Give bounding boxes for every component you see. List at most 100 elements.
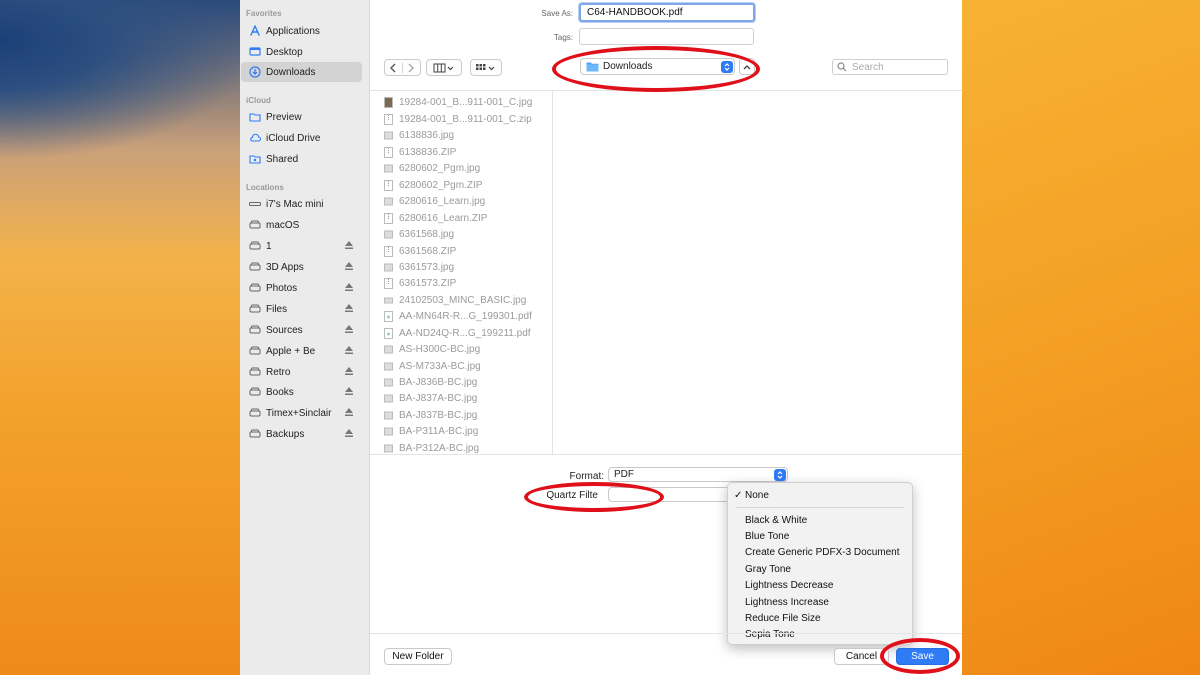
desktop-wallpaper-right xyxy=(962,0,1200,675)
file-row[interactable]: 19284-001_B...911-001_C.jpg xyxy=(384,94,532,110)
zip-file-icon xyxy=(384,113,393,125)
file-row[interactable]: BA-J836B-BC.jpg xyxy=(384,374,477,390)
sidebar-item-photos[interactable]: Photos xyxy=(241,278,362,298)
sidebar-item-icloud-drive[interactable]: iCloud Drive xyxy=(241,128,362,148)
sidebar-item-3d-apps[interactable]: 3D Apps xyxy=(241,257,362,277)
sidebar-item-macos[interactable]: macOS xyxy=(241,215,362,235)
forward-icon[interactable] xyxy=(403,63,420,73)
tags-field[interactable] xyxy=(579,28,754,45)
back-icon[interactable] xyxy=(385,62,403,73)
group-by-button[interactable] xyxy=(470,59,502,76)
menu-item-lightness-decrease[interactable]: Lightness Decrease xyxy=(745,580,833,591)
sidebar-item-label: iCloud Drive xyxy=(266,132,321,144)
format-popup[interactable]: PDF xyxy=(608,467,788,482)
sidebar-item-label: Files xyxy=(266,303,288,315)
sidebar-item-timex-sinclair[interactable]: Timex+Sinclair xyxy=(241,403,362,423)
menu-item-gray-tone[interactable]: Gray Tone xyxy=(745,564,791,575)
eject-icon[interactable] xyxy=(344,407,354,417)
file-row[interactable]: AA-ND24Q-R...G_199211.pdf xyxy=(384,325,531,341)
save-as-label: Save As: xyxy=(541,9,573,18)
zip-file-icon xyxy=(384,212,393,224)
sidebar-item-applications[interactable]: Applications xyxy=(241,21,362,41)
file-row[interactable]: 6138836.ZIP xyxy=(384,144,456,160)
eject-icon[interactable] xyxy=(344,240,354,250)
file-name: 6361568.jpg xyxy=(399,228,455,240)
downloads-icon xyxy=(249,66,261,78)
sidebar-item-retro[interactable]: Retro xyxy=(241,362,362,382)
file-row[interactable]: 24102503_MINC_BASIC.jpg xyxy=(384,292,526,308)
file-row[interactable]: 6280602_Pgm.jpg xyxy=(384,160,480,176)
sidebar-item-apple-be[interactable]: Apple + Be xyxy=(241,341,362,361)
eject-icon[interactable] xyxy=(344,261,354,271)
search-field[interactable]: Search xyxy=(832,59,948,75)
file-column[interactable]: 19284-001_B...911-001_C.jpg 19284-001_B.… xyxy=(370,90,553,454)
file-name: 6361568.ZIP xyxy=(399,245,457,257)
file-name: 6361573.jpg xyxy=(399,261,455,273)
eject-icon[interactable] xyxy=(344,324,354,334)
sidebar-item-shared[interactable]: Shared xyxy=(241,149,362,169)
file-row[interactable]: AA-MN64R-R...G_199301.pdf xyxy=(384,308,532,324)
save-as-field[interactable]: C64-HANDBOOK.pdf xyxy=(579,3,755,22)
folder-icon xyxy=(586,62,599,72)
view-columns-button[interactable] xyxy=(426,59,462,76)
eject-icon[interactable] xyxy=(344,366,354,376)
sidebar-item-volume-1[interactable]: 1 xyxy=(241,236,362,256)
file-row[interactable]: BA-J837B-BC.jpg xyxy=(384,407,477,423)
file-row[interactable]: 6361573.jpg xyxy=(384,259,454,275)
file-row[interactable]: 6280616_Learn.jpg xyxy=(384,193,485,209)
file-row[interactable]: AS-H300C-BC.jpg xyxy=(384,341,480,357)
menu-item-lightness-increase[interactable]: Lightness Increase xyxy=(745,597,829,608)
file-row[interactable]: 6361568.jpg xyxy=(384,226,454,242)
file-row[interactable]: 6280616_Learn.ZIP xyxy=(384,210,487,226)
menu-item-reduce-file-size[interactable]: Reduce File Size xyxy=(745,613,821,624)
eject-icon[interactable] xyxy=(344,428,354,438)
file-row[interactable]: BA-J837A-BC.jpg xyxy=(384,390,477,406)
eject-icon[interactable] xyxy=(344,345,354,355)
zip-file-icon xyxy=(384,245,393,257)
file-name: 24102503_MINC_BASIC.jpg xyxy=(399,294,527,306)
file-name: 19284-001_B...911-001_C.jpg xyxy=(399,96,533,108)
menu-item-sepia-tone[interactable]: Sepia Tone xyxy=(745,629,795,640)
menu-item-pdfx3[interactable]: Create Generic PDFX-3 Document xyxy=(745,547,900,558)
file-row[interactable]: BA-P312A-BC.jpg xyxy=(384,440,479,454)
sidebar-item-desktop[interactable]: Desktop xyxy=(241,42,362,62)
save-button[interactable]: Save xyxy=(896,648,949,665)
sidebar-item-books[interactable]: Books xyxy=(241,382,362,402)
file-name: 6280602_Pgm.jpg xyxy=(399,162,481,174)
image-file-icon xyxy=(384,197,393,205)
eject-icon[interactable] xyxy=(344,386,354,396)
drive-icon xyxy=(249,240,261,252)
sidebar-item-backups[interactable]: Backups xyxy=(241,424,362,444)
menu-item-black-white[interactable]: Black & White xyxy=(745,515,807,526)
sidebar-item-files[interactable]: Files xyxy=(241,299,362,319)
sidebar-item-mac-mini[interactable]: i7's Mac mini xyxy=(241,194,362,214)
file-row[interactable]: 6280602_Pgm.ZIP xyxy=(384,177,482,193)
cancel-button[interactable]: Cancel xyxy=(834,648,889,665)
pdf-file-icon xyxy=(384,310,393,322)
location-popup[interactable]: Downloads xyxy=(580,58,735,75)
eject-icon[interactable] xyxy=(344,303,354,313)
file-row[interactable]: 6361568.ZIP xyxy=(384,243,456,259)
menu-item-none[interactable]: None xyxy=(745,490,769,501)
eject-icon[interactable] xyxy=(344,282,354,292)
drive-icon xyxy=(249,282,261,294)
sidebar-item-label: 3D Apps xyxy=(266,261,304,273)
tags-label: Tags: xyxy=(553,33,573,42)
sidebar-item-preview[interactable]: Preview xyxy=(241,107,362,127)
file-row[interactable]: BA-P311A-BC.jpg xyxy=(384,423,478,439)
sidebar-item-sources[interactable]: Sources xyxy=(241,320,362,340)
file-row[interactable]: 6138836.jpg xyxy=(384,127,454,143)
drive-icon xyxy=(249,366,261,378)
file-name: 19284-001_B...911-001_C.zip xyxy=(399,113,532,125)
menu-item-blue-tone[interactable]: Blue Tone xyxy=(745,531,789,542)
cloud-icon xyxy=(249,132,261,144)
file-row[interactable]: 6361573.ZIP xyxy=(384,275,456,291)
menu-separator xyxy=(736,507,904,508)
sidebar-item-downloads[interactable]: Downloads xyxy=(241,62,362,82)
new-folder-button[interactable]: New Folder xyxy=(384,648,452,665)
collapse-button[interactable] xyxy=(739,58,755,75)
file-row[interactable]: 19284-001_B...911-001_C.zip xyxy=(384,111,532,127)
file-row[interactable]: AS-M733A-BC.jpg xyxy=(384,358,481,374)
image-file-icon xyxy=(384,394,393,402)
file-name: AS-H300C-BC.jpg xyxy=(399,343,481,355)
